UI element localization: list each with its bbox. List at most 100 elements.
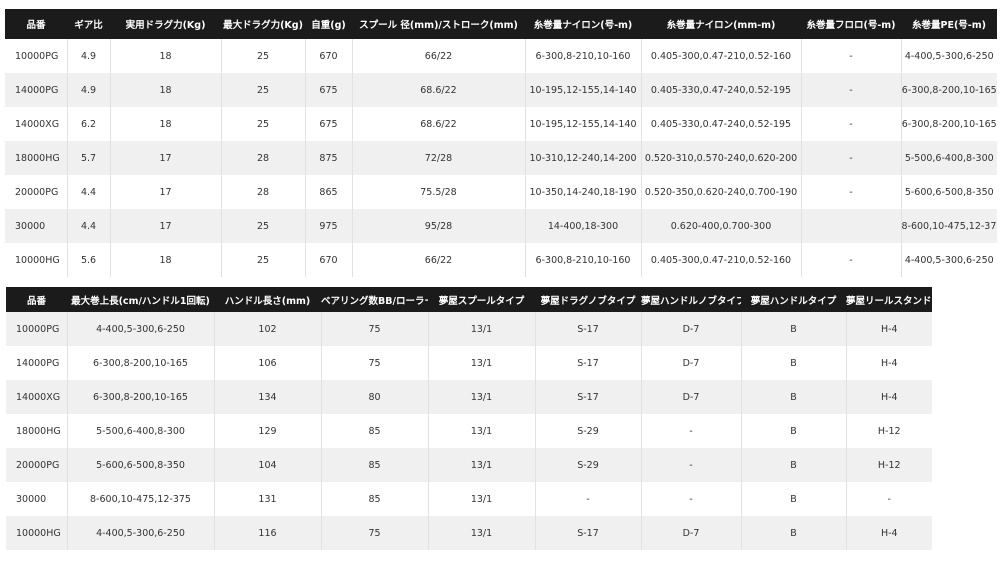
cell-fluoro: - xyxy=(801,73,902,107)
table-row: 14000PG 6-300,8-200,10-165 106 75 13/1 S… xyxy=(6,346,932,380)
cell-fluoro: - xyxy=(801,141,902,175)
header-pe: 糸巻量PE(号-m) xyxy=(901,9,997,39)
cell-pe: 5-500,6-400,8-300 xyxy=(901,141,997,175)
cell-bearings: 85 xyxy=(321,482,429,516)
cell-nylon-go: 10-195,12-155,14-140 xyxy=(525,107,642,141)
cell-drag-knob-type: S-17 xyxy=(535,346,642,380)
header-gear-ratio: ギア比 xyxy=(67,9,110,39)
header-nylon-mm: 糸巻量ナイロン(mm-m) xyxy=(641,9,801,39)
cell-spool-type: 13/1 xyxy=(428,380,536,414)
cell-model: 14000XG xyxy=(5,107,68,141)
cell-bearings: 80 xyxy=(321,380,429,414)
cell-spool-type: 13/1 xyxy=(428,516,536,550)
table-row: 30000 4.4 17 25 975 95/28 14-400,18-300 … xyxy=(5,209,997,243)
cell-model: 10000PG xyxy=(5,39,68,73)
cell-pe: 4-400,5-300,6-250 xyxy=(901,243,997,277)
cell-pe: 5-600,6-500,8-350 xyxy=(901,175,997,209)
cell-model: 20000PG xyxy=(6,448,68,482)
parts-table: 品番 最大巻上長(cm/ハンドル1回転) ハンドル長さ(mm) ベアリング数BB… xyxy=(6,287,932,550)
cell-practical-drag: 18 xyxy=(110,39,222,73)
header-model: 品番 xyxy=(5,9,67,39)
cell-spool-size: 95/28 xyxy=(352,209,526,243)
cell-spool-type: 13/1 xyxy=(428,346,536,380)
header-max-retrieve: 最大巻上長(cm/ハンドル1回転) xyxy=(67,287,214,312)
cell-pe: 6-300,8-200,10-165 xyxy=(901,73,997,107)
cell-weight: 675 xyxy=(305,107,353,141)
cell-bearings: 85 xyxy=(321,414,429,448)
cell-pe: 8-600,10-475,12-375 xyxy=(901,209,997,243)
cell-drag-knob-type: S-29 xyxy=(535,414,642,448)
table-row: 18000HG 5.7 17 28 875 72/28 10-310,12-24… xyxy=(5,141,997,175)
cell-weight: 675 xyxy=(305,73,353,107)
cell-spool-type: 13/1 xyxy=(428,448,536,482)
cell-model: 14000PG xyxy=(6,346,68,380)
cell-max-drag: 25 xyxy=(221,39,306,73)
table-row: 20000PG 4.4 17 28 865 75.5/28 10-350,14-… xyxy=(5,175,997,209)
cell-practical-drag: 17 xyxy=(110,175,222,209)
cell-practical-drag: 18 xyxy=(110,73,222,107)
cell-model: 10000HG xyxy=(5,243,68,277)
cell-handle-type: B xyxy=(741,346,847,380)
cell-drag-knob-type: S-17 xyxy=(535,312,642,346)
cell-spool-size: 66/22 xyxy=(352,39,526,73)
cell-handle-type: B xyxy=(741,414,847,448)
cell-drag-knob-type: - xyxy=(535,482,642,516)
cell-spool-type: 13/1 xyxy=(428,312,536,346)
cell-bearings: 85 xyxy=(321,448,429,482)
header-bearings: ベアリング数BB/ローラー xyxy=(321,287,428,312)
parts-table-header: 品番 最大巻上長(cm/ハンドル1回転) ハンドル長さ(mm) ベアリング数BB… xyxy=(6,287,932,312)
cell-nylon-mm: 0.520-350,0.620-240,0.700-190 xyxy=(641,175,802,209)
cell-practical-drag: 18 xyxy=(110,107,222,141)
cell-weight: 875 xyxy=(305,141,353,175)
cell-nylon-go: 6-300,8-210,10-160 xyxy=(525,39,642,73)
cell-nylon-mm: 0.405-300,0.47-210,0.52-160 xyxy=(641,243,802,277)
cell-nylon-mm: 0.405-330,0.47-240,0.52-195 xyxy=(641,73,802,107)
header-spool-type: 夢屋スプールタイプ xyxy=(428,287,535,312)
cell-reel-stand-type: H-12 xyxy=(846,414,932,448)
header-drag-knob-type: 夢屋ドラグノブタイプ xyxy=(535,287,641,312)
cell-max-drag: 25 xyxy=(221,209,306,243)
cell-model: 18000HG xyxy=(5,141,68,175)
cell-handle-length: 129 xyxy=(214,414,322,448)
cell-model: 14000PG xyxy=(5,73,68,107)
cell-handle-length: 104 xyxy=(214,448,322,482)
cell-fluoro: - xyxy=(801,175,902,209)
header-model: 品番 xyxy=(6,287,67,312)
cell-spool-type: 13/1 xyxy=(428,482,536,516)
header-reel-stand-type: 夢屋リールスタンドタイプ xyxy=(846,287,932,312)
cell-handle-type: B xyxy=(741,516,847,550)
cell-handle-length: 116 xyxy=(214,516,322,550)
table-row: 14000PG 4.9 18 25 675 68.6/22 10-195,12-… xyxy=(5,73,997,107)
cell-max-drag: 28 xyxy=(221,175,306,209)
cell-max-drag: 25 xyxy=(221,243,306,277)
cell-weight: 670 xyxy=(305,39,353,73)
header-handle-knob-type: 夢屋ハンドルノブタイプ xyxy=(641,287,741,312)
table-row: 10000PG 4.9 18 25 670 66/22 6-300,8-210,… xyxy=(5,39,997,73)
cell-reel-stand-type: H-4 xyxy=(846,380,932,414)
cell-gear-ratio: 4.4 xyxy=(67,209,111,243)
header-spool-size: スプール 径(mm)/ストローク(mm) xyxy=(352,9,525,39)
table-row: 20000PG 5-600,6-500,8-350 104 85 13/1 S-… xyxy=(6,448,932,482)
cell-bearings: 75 xyxy=(321,346,429,380)
cell-practical-drag: 18 xyxy=(110,243,222,277)
table-row: 30000 8-600,10-475,12-375 131 85 13/1 - … xyxy=(6,482,932,516)
cell-fluoro xyxy=(801,209,902,243)
cell-max-drag: 25 xyxy=(221,107,306,141)
cell-model: 20000PG xyxy=(5,175,68,209)
cell-nylon-go: 10-310,12-240,14-200 xyxy=(525,141,642,175)
cell-handle-knob-type: D-7 xyxy=(641,346,742,380)
cell-spool-size: 68.6/22 xyxy=(352,107,526,141)
cell-handle-type: B xyxy=(741,482,847,516)
cell-model: 30000 xyxy=(5,209,68,243)
cell-spool-type: 13/1 xyxy=(428,414,536,448)
cell-max-retrieve: 6-300,8-200,10-165 xyxy=(67,380,215,414)
cell-spool-size: 68.6/22 xyxy=(352,73,526,107)
cell-drag-knob-type: S-17 xyxy=(535,380,642,414)
cell-weight: 975 xyxy=(305,209,353,243)
cell-max-retrieve: 5-600,6-500,8-350 xyxy=(67,448,215,482)
header-handle-type: 夢屋ハンドルタイプ xyxy=(741,287,846,312)
table-row: 14000XG 6-300,8-200,10-165 134 80 13/1 S… xyxy=(6,380,932,414)
header-fluoro: 糸巻量フロロ(号-m) xyxy=(801,9,901,39)
cell-gear-ratio: 5.7 xyxy=(67,141,111,175)
cell-reel-stand-type: H-12 xyxy=(846,448,932,482)
